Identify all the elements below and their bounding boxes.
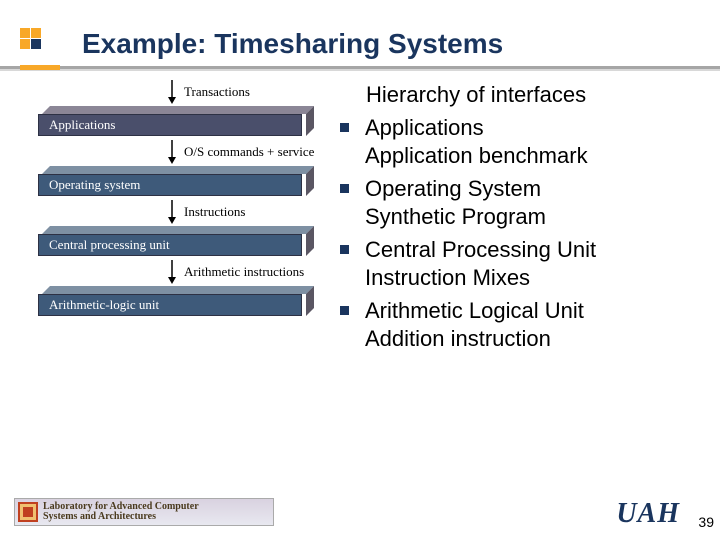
- bullet-line: Application benchmark: [365, 143, 588, 168]
- bullet-icon: [340, 306, 349, 315]
- layer-label: Central processing unit: [49, 237, 170, 253]
- list-item: Operating System Synthetic Program: [330, 175, 700, 230]
- uah-logo: UAH: [616, 498, 680, 530]
- bullet-line: Applications: [365, 115, 484, 140]
- bullet-line: Addition instruction: [365, 326, 551, 351]
- arrow-arithmetic: Arithmetic instructions: [166, 258, 330, 286]
- list-item: Applications Application benchmark: [330, 114, 700, 169]
- bullet-icon: [340, 184, 349, 193]
- slide-content: Transactions Applications O/S commands +…: [0, 78, 720, 358]
- lab-banner: Laboratory for Advanced Computer Systems…: [14, 498, 274, 526]
- layer-label: Operating system: [49, 177, 140, 193]
- layer-applications: Applications: [38, 106, 310, 136]
- arrow-down-icon: [166, 80, 178, 104]
- arrow-label: Arithmetic instructions: [184, 264, 304, 280]
- bullet-line: Synthetic Program: [365, 204, 546, 229]
- corner-logo: [20, 28, 42, 50]
- arrow-down-icon: [166, 200, 178, 224]
- layer-label: Applications: [49, 117, 115, 133]
- lab-line1: Laboratory for Advanced Computer: [43, 501, 199, 512]
- layer-diagram: Transactions Applications O/S commands +…: [0, 78, 330, 358]
- bullet-icon: [340, 245, 349, 254]
- layer-label: Arithmetic-logic unit: [49, 297, 159, 313]
- layer-cpu: Central processing unit: [38, 226, 310, 256]
- slide-title: Example: Timesharing Systems: [82, 28, 720, 60]
- arrow-label: O/S commands + service: [184, 144, 314, 160]
- layer-alu: Arithmetic-logic unit: [38, 286, 310, 316]
- arrow-down-icon: [166, 140, 178, 164]
- arrow-label: Instructions: [184, 204, 245, 220]
- bullet-line: Instruction Mixes: [365, 265, 530, 290]
- lab-icon: [18, 502, 38, 522]
- list-item: Arithmetic Logical Unit Addition instruc…: [330, 297, 700, 352]
- lab-line2: Systems and Architectures: [43, 511, 156, 522]
- arrow-instructions: Instructions: [166, 198, 330, 226]
- bullet-icon: [340, 123, 349, 132]
- bullet-line: Central Processing Unit: [365, 237, 596, 262]
- list-item: Central Processing Unit Instruction Mixe…: [330, 236, 700, 291]
- slide-footer: Laboratory for Advanced Computer Systems…: [0, 494, 720, 530]
- page-number: 39: [698, 514, 714, 530]
- arrow-os-commands: O/S commands + service: [166, 138, 330, 166]
- layer-os: Operating system: [38, 166, 310, 196]
- bullet-list: Hierarchy of interfaces Applications App…: [330, 78, 720, 358]
- bullet-line: Arithmetic Logical Unit: [365, 298, 584, 323]
- arrow-transactions: Transactions: [166, 78, 330, 106]
- arrow-label: Transactions: [184, 84, 250, 100]
- bullet-line: Operating System: [365, 176, 541, 201]
- slide-header: Example: Timesharing Systems: [0, 0, 720, 60]
- arrow-down-icon: [166, 260, 178, 284]
- bullet-heading: Hierarchy of interfaces: [366, 82, 700, 108]
